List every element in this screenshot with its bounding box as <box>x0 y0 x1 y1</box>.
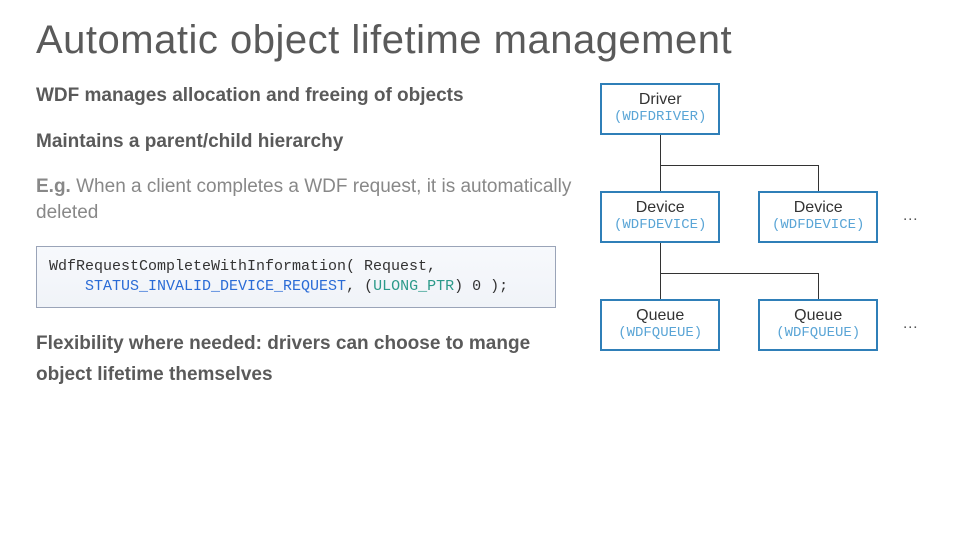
node-device-2: Device (WDFDEVICE) <box>758 191 878 243</box>
ellipsis-queues: … <box>902 315 918 333</box>
node-driver: Driver (WDFDRIVER) <box>600 83 720 135</box>
connector <box>660 165 818 166</box>
node-queue-1: Queue (WDFQUEUE) <box>600 299 720 351</box>
content-row: WDF manages allocation and freeing of ob… <box>36 83 943 391</box>
node-device-2-label: Device <box>768 199 868 217</box>
code-type: ULONG_PTR <box>373 278 454 295</box>
node-queue-2-sub: (WDFQUEUE) <box>768 325 868 341</box>
code-indent <box>49 278 85 295</box>
connector <box>660 135 661 165</box>
node-device-1: Device (WDFDEVICE) <box>600 191 720 243</box>
node-driver-label: Driver <box>610 91 710 109</box>
code-tail: ) 0 ); <box>454 278 508 295</box>
connector <box>660 273 661 299</box>
connector <box>818 165 819 191</box>
bullet-hierarchy: Maintains a parent/child hierarchy <box>36 129 580 155</box>
bullet-eg-body: When a client completes a WDF request, i… <box>36 176 571 223</box>
bullet-example: E.g. When a client completes a WDF reque… <box>36 174 580 225</box>
connector <box>818 273 819 299</box>
ellipsis-devices: … <box>902 207 918 225</box>
connector <box>660 273 818 274</box>
code-sep1: , ( <box>346 278 373 295</box>
node-device-2-sub: (WDFDEVICE) <box>768 217 868 233</box>
node-queue-1-label: Queue <box>610 307 710 325</box>
slide-title: Automatic object lifetime management <box>36 18 943 63</box>
node-driver-sub: (WDFDRIVER) <box>610 109 710 125</box>
node-queue-2-label: Queue <box>768 307 868 325</box>
diagram: Driver (WDFDRIVER) Device (WDFDEVICE) De… <box>580 83 943 391</box>
node-queue-2: Queue (WDFQUEUE) <box>758 299 878 351</box>
bullet-flexibility: Flexibility where needed: drivers can ch… <box>36 328 580 391</box>
node-device-1-label: Device <box>610 199 710 217</box>
left-column: WDF manages allocation and freeing of ob… <box>36 83 580 391</box>
bullet-eg-prefix: E.g. <box>36 176 76 197</box>
node-queue-1-sub: (WDFQUEUE) <box>610 325 710 341</box>
bullet-wdf-manages: WDF manages allocation and freeing of ob… <box>36 83 580 109</box>
code-block: WdfRequestCompleteWithInformation( Reque… <box>36 246 556 309</box>
connector <box>660 243 661 273</box>
code-status-const: STATUS_INVALID_DEVICE_REQUEST <box>85 278 346 295</box>
code-line1: WdfRequestCompleteWithInformation( Reque… <box>49 258 436 275</box>
slide: Automatic object lifetime management WDF… <box>0 0 979 551</box>
node-device-1-sub: (WDFDEVICE) <box>610 217 710 233</box>
connector <box>660 165 661 191</box>
